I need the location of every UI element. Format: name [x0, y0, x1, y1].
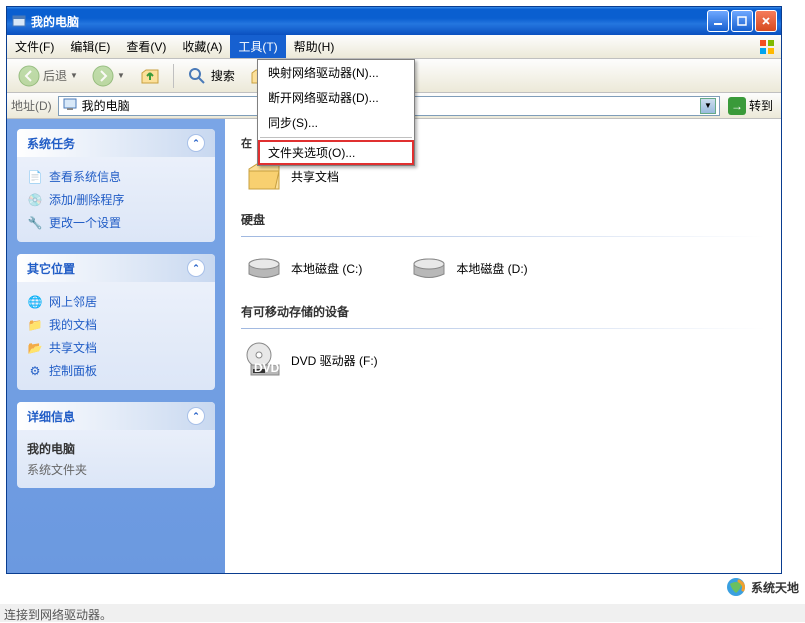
task-label: 我的文档: [49, 316, 97, 333]
hdd-icon: [410, 249, 448, 287]
menu-folder-options[interactable]: 文件夹选项(O)...: [258, 140, 414, 165]
address-dropdown-button[interactable]: ▼: [700, 98, 716, 114]
panel-header[interactable]: 其它位置 ⌃: [17, 254, 215, 282]
toolbar-separator: [173, 64, 174, 88]
task-label: 网上邻居: [49, 293, 97, 310]
detail-name: 我的电脑: [27, 438, 205, 459]
task-label: 共享文档: [49, 339, 97, 356]
window-title: 我的电脑: [31, 13, 707, 30]
menu-sync[interactable]: 同步(S)...: [258, 110, 414, 135]
go-button[interactable]: → 转到: [724, 95, 777, 117]
go-label: 转到: [749, 97, 773, 114]
section-removable-storage: 有可移动存储的设备: [241, 303, 765, 320]
panel-header[interactable]: 系统任务 ⌃: [17, 129, 215, 157]
menu-separator: [260, 137, 412, 138]
collapse-icon[interactable]: ⌃: [187, 259, 205, 277]
status-bar: 连接到网络驱动器。: [0, 604, 805, 622]
hdd-icon: [245, 249, 283, 287]
menu-map-network-drive[interactable]: 映射网络驱动器(N)...: [258, 60, 414, 85]
menu-favorites[interactable]: 收藏(A): [174, 35, 230, 58]
item-local-disk-c[interactable]: 本地磁盘 (C:): [241, 245, 366, 291]
info-icon: 📄: [27, 169, 43, 185]
item-local-disk-d[interactable]: 本地磁盘 (D:): [406, 245, 531, 291]
menu-view[interactable]: 查看(V): [118, 35, 174, 58]
chevron-down-icon: ▼: [117, 71, 125, 80]
task-control-panel[interactable]: ⚙ 控制面板: [27, 359, 205, 382]
item-label: 本地磁盘 (D:): [456, 260, 527, 277]
title-bar: 我的电脑: [7, 7, 781, 35]
divider: [241, 328, 765, 329]
tools-dropdown-menu: 映射网络驱动器(N)... 断开网络驱动器(D)... 同步(S)... 文件夹…: [257, 59, 415, 166]
item-dvd-drive-f[interactable]: DVD DVD 驱动器 (F:): [241, 337, 382, 383]
settings-icon: 🔧: [27, 215, 43, 231]
panel-details: 详细信息 ⌃ 我的电脑 系统文件夹: [17, 402, 215, 488]
menu-edit[interactable]: 编辑(E): [62, 35, 118, 58]
task-label: 添加/删除程序: [49, 191, 124, 208]
control-panel-icon: ⚙: [27, 363, 43, 379]
task-view-system-info[interactable]: 📄 查看系统信息: [27, 165, 205, 188]
panel-system-tasks: 系统任务 ⌃ 📄 查看系统信息 💿 添加/删除程序 🔧 更改一个设置: [17, 129, 215, 242]
task-label: 更改一个设置: [49, 214, 121, 231]
search-button[interactable]: 搜索: [181, 62, 240, 90]
globe-icon: [725, 576, 747, 598]
item-label: 共享文档: [291, 168, 339, 185]
panel-title: 系统任务: [27, 135, 75, 152]
task-label: 查看系统信息: [49, 168, 121, 185]
menu-disconnect-network-drive[interactable]: 断开网络驱动器(D)...: [258, 85, 414, 110]
network-icon: 🌐: [27, 294, 43, 310]
status-text: 连接到网络驱动器。: [4, 608, 112, 622]
folder-up-icon: [139, 65, 161, 87]
task-my-documents[interactable]: 📁 我的文档: [27, 313, 205, 336]
chevron-down-icon: ▼: [70, 71, 78, 80]
computer-icon: [62, 96, 78, 115]
detail-type: 系统文件夹: [27, 459, 205, 480]
shared-folder-icon: 📂: [27, 340, 43, 356]
up-button[interactable]: [134, 62, 166, 90]
programs-icon: 💿: [27, 192, 43, 208]
panel-other-places: 其它位置 ⌃ 🌐 网上邻居 📁 我的文档 📂 共享文档 ⚙ 控制面板: [17, 254, 215, 390]
item-label: 本地磁盘 (C:): [291, 260, 362, 277]
panel-title: 详细信息: [27, 408, 75, 425]
task-shared-documents[interactable]: 📂 共享文档: [27, 336, 205, 359]
back-label: 后退: [43, 67, 67, 84]
minimize-button[interactable]: [707, 10, 729, 32]
task-label: 控制面板: [49, 362, 97, 379]
menu-tools[interactable]: 工具(T): [230, 35, 285, 58]
main-content: 在 共享文档 硬盘 本地磁盘 (C:) 本地磁盘 (D:) 有可移动: [225, 119, 781, 573]
menu-file[interactable]: 文件(F): [7, 35, 62, 58]
go-icon: →: [728, 97, 746, 115]
task-change-setting[interactable]: 🔧 更改一个设置: [27, 211, 205, 234]
menu-help[interactable]: 帮助(H): [286, 35, 343, 58]
forward-button[interactable]: ▼: [87, 62, 130, 90]
item-label: DVD 驱动器 (F:): [291, 352, 378, 369]
panel-title: 其它位置: [27, 260, 75, 277]
window-icon: [11, 13, 27, 29]
sidebar: 系统任务 ⌃ 📄 查看系统信息 💿 添加/删除程序 🔧 更改一个设置 其它位置 ⌃ 🌐…: [7, 119, 225, 573]
svg-text:DVD: DVD: [254, 361, 280, 375]
collapse-icon[interactable]: ⌃: [187, 134, 205, 152]
task-network-neighborhood[interactable]: 🌐 网上邻居: [27, 290, 205, 313]
address-value: 我的电脑: [82, 97, 130, 114]
search-label: 搜索: [211, 67, 235, 84]
watermark: 系统天地: [725, 576, 799, 598]
panel-header[interactable]: 详细信息 ⌃: [17, 402, 215, 430]
documents-icon: 📁: [27, 317, 43, 333]
watermark-text: 系统天地: [751, 579, 799, 596]
address-label: 地址(D): [11, 97, 52, 114]
dvd-drive-icon: DVD: [245, 341, 283, 379]
section-hard-disk: 硬盘: [241, 211, 765, 228]
back-icon: [18, 65, 40, 87]
menu-bar: 文件(F) 编辑(E) 查看(V) 收藏(A) 工具(T) 帮助(H): [7, 35, 781, 59]
search-icon: [186, 65, 208, 87]
divider: [241, 236, 765, 237]
task-add-remove-programs[interactable]: 💿 添加/删除程序: [27, 188, 205, 211]
close-button[interactable]: [755, 10, 777, 32]
forward-icon: [92, 65, 114, 87]
windows-logo-icon: [753, 35, 781, 58]
collapse-icon[interactable]: ⌃: [187, 407, 205, 425]
maximize-button[interactable]: [731, 10, 753, 32]
back-button[interactable]: 后退 ▼: [13, 62, 83, 90]
